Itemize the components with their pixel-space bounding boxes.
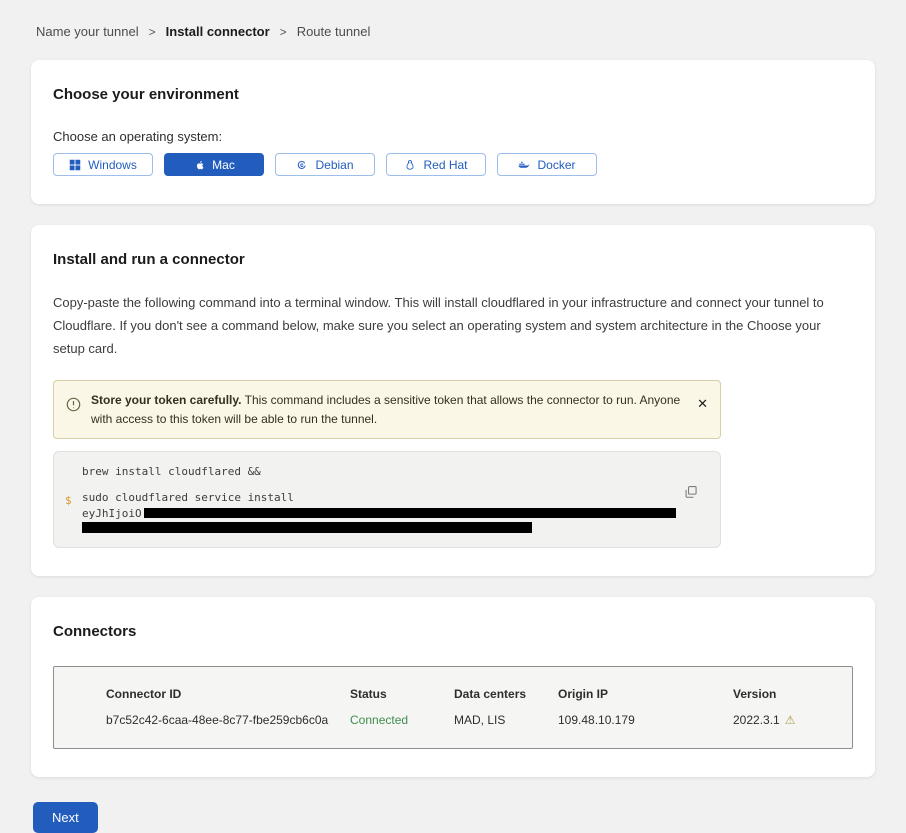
- next-button[interactable]: Next: [33, 802, 98, 833]
- choose-environment-card: Choose your environment Choose an operat…: [31, 60, 875, 204]
- data-centers-value: MAD, LIS: [454, 713, 558, 727]
- token-redaction-bar-2: [82, 522, 532, 533]
- close-icon[interactable]: ✕: [697, 397, 708, 410]
- token-warning-banner: Store your token carefully. This command…: [53, 380, 721, 439]
- debian-icon: [296, 159, 308, 171]
- token-redaction-bar: [144, 508, 676, 518]
- install-connector-card: Install and run a connector Copy-paste t…: [31, 225, 875, 576]
- connectors-table-header: Connector ID Status Data centers Origin …: [106, 687, 842, 701]
- apple-icon: [193, 159, 205, 171]
- os-button-mac[interactable]: Mac: [164, 153, 264, 176]
- os-button-row: Windows Mac Debian Red Hat: [53, 153, 853, 176]
- os-button-windows[interactable]: Windows: [53, 153, 153, 176]
- os-button-docker[interactable]: Docker: [497, 153, 597, 176]
- status-badge: Connected: [350, 713, 454, 727]
- version-value: 2022.3.1 ⚠: [733, 713, 842, 727]
- page-container: Name your tunnel > Install connector > R…: [31, 0, 875, 833]
- redhat-tux-icon: [404, 159, 416, 171]
- command-line-gap: [82, 480, 680, 490]
- breadcrumb-separator: >: [280, 25, 287, 39]
- breadcrumb-separator: >: [149, 25, 156, 39]
- breadcrumb-step-install-connector[interactable]: Install connector: [166, 24, 270, 39]
- os-button-redhat[interactable]: Red Hat: [386, 153, 486, 176]
- breadcrumb-step-name-tunnel[interactable]: Name your tunnel: [36, 24, 139, 39]
- column-header-data-centers: Data centers: [454, 687, 558, 701]
- os-button-label: Windows: [88, 158, 137, 172]
- connectors-title: Connectors: [53, 623, 853, 640]
- column-header-version: Version: [733, 687, 842, 701]
- alert-circle-icon: [66, 397, 81, 418]
- os-button-label: Debian: [315, 158, 353, 172]
- install-connector-description: Copy-paste the following command into a …: [53, 292, 853, 360]
- choose-environment-title: Choose your environment: [53, 86, 853, 103]
- token-warning-text: Store your token carefully. This command…: [91, 391, 687, 428]
- command-line-2: sudo cloudflared service install: [82, 490, 680, 506]
- docker-whale-icon: [518, 159, 530, 171]
- table-row: b7c52c42-6caa-48ee-8c77-fbe259cb6c0a Con…: [106, 713, 842, 727]
- terminal-prompt: $: [65, 493, 72, 509]
- command-line-1: brew install cloudflared &&: [82, 464, 680, 480]
- connectors-table: Connector ID Status Data centers Origin …: [53, 666, 853, 749]
- origin-ip-value: 109.48.10.179: [558, 713, 733, 727]
- column-header-status: Status: [350, 687, 454, 701]
- os-select-label: Choose an operating system:: [53, 129, 853, 144]
- version-number: 2022.3.1: [733, 713, 780, 727]
- install-connector-title: Install and run a connector: [53, 251, 853, 268]
- os-button-label: Mac: [212, 158, 235, 172]
- column-header-origin-ip: Origin IP: [558, 687, 733, 701]
- warning-triangle-icon: ⚠: [785, 714, 796, 726]
- os-button-label: Red Hat: [423, 158, 467, 172]
- breadcrumb-step-route-tunnel[interactable]: Route tunnel: [297, 24, 371, 39]
- token-warning-title: Store your token carefully.: [91, 393, 242, 407]
- os-button-debian[interactable]: Debian: [275, 153, 375, 176]
- install-command-block: $ brew install cloudflared && sudo cloud…: [53, 451, 721, 548]
- breadcrumb: Name your tunnel > Install connector > R…: [31, 0, 875, 39]
- windows-icon: [69, 159, 81, 171]
- token-line: eyJhIjoiO: [82, 506, 680, 522]
- column-header-connector-id: Connector ID: [106, 687, 350, 701]
- copy-icon[interactable]: [684, 485, 698, 499]
- connector-id-value: b7c52c42-6caa-48ee-8c77-fbe259cb6c0a: [106, 713, 350, 727]
- token-prefix: eyJhIjoiO: [82, 507, 142, 520]
- connectors-card: Connectors Connector ID Status Data cent…: [31, 597, 875, 777]
- os-button-label: Docker: [537, 158, 575, 172]
